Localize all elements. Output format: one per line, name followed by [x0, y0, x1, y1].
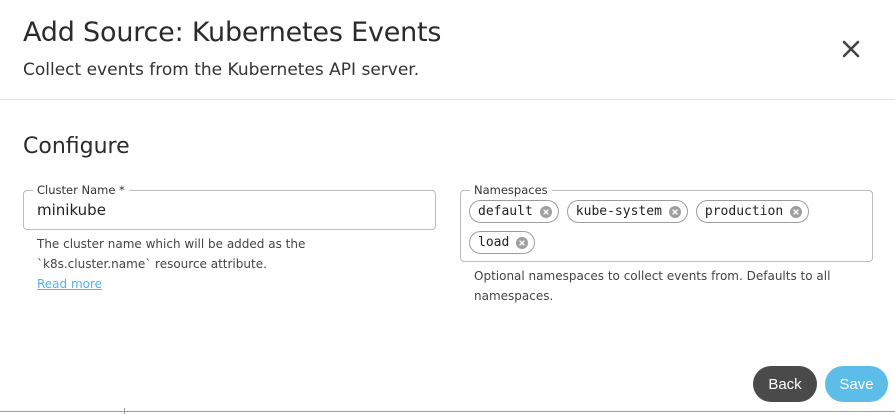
close-button[interactable] — [838, 36, 864, 62]
chip-label: load — [478, 235, 510, 250]
remove-circle-icon — [539, 205, 552, 218]
chip-remove-button[interactable] — [668, 205, 682, 219]
namespace-chip: default — [469, 200, 559, 223]
dialog-title: Add Source: Kubernetes Events — [23, 17, 442, 48]
namespace-chips: default kube-system production load — [469, 200, 864, 254]
chip-remove-button[interactable] — [789, 205, 803, 219]
remove-circle-icon — [668, 205, 681, 218]
chip-label: default — [478, 204, 533, 219]
bottom-divider-tick — [124, 408, 125, 414]
namespaces-label: Namespaces — [470, 183, 552, 197]
namespace-chip: production — [695, 200, 810, 223]
cluster-name-field[interactable]: Cluster Name * minikube — [23, 183, 436, 230]
cluster-name-helper: The cluster name which will be added as … — [37, 237, 306, 271]
chip-remove-button[interactable] — [515, 236, 529, 250]
dialog-header: Add Source: Kubernetes Events Collect ev… — [0, 0, 895, 100]
section-title-configure: Configure — [23, 134, 130, 159]
cluster-name-label: Cluster Name * — [33, 183, 129, 197]
namespace-chip: kube-system — [566, 200, 688, 223]
bottom-divider — [0, 411, 895, 412]
chip-label: kube-system — [575, 204, 662, 219]
chip-label: production — [704, 204, 784, 219]
chip-remove-button[interactable] — [539, 205, 553, 219]
namespace-chip: load — [469, 231, 536, 254]
cluster-name-input[interactable]: minikube — [37, 201, 106, 219]
close-icon — [842, 40, 860, 58]
remove-circle-icon — [516, 236, 529, 249]
remove-circle-icon — [790, 205, 803, 218]
namespaces-field[interactable]: Namespaces default kube-system productio… — [460, 183, 873, 262]
read-more-link[interactable]: Read more — [37, 274, 102, 294]
namespaces-helper: Optional namespaces to collect events fr… — [474, 269, 831, 303]
save-button[interactable]: Save — [825, 366, 888, 402]
dialog-subtitle: Collect events from the Kubernetes API s… — [23, 60, 420, 80]
back-button[interactable]: Back — [753, 366, 817, 402]
